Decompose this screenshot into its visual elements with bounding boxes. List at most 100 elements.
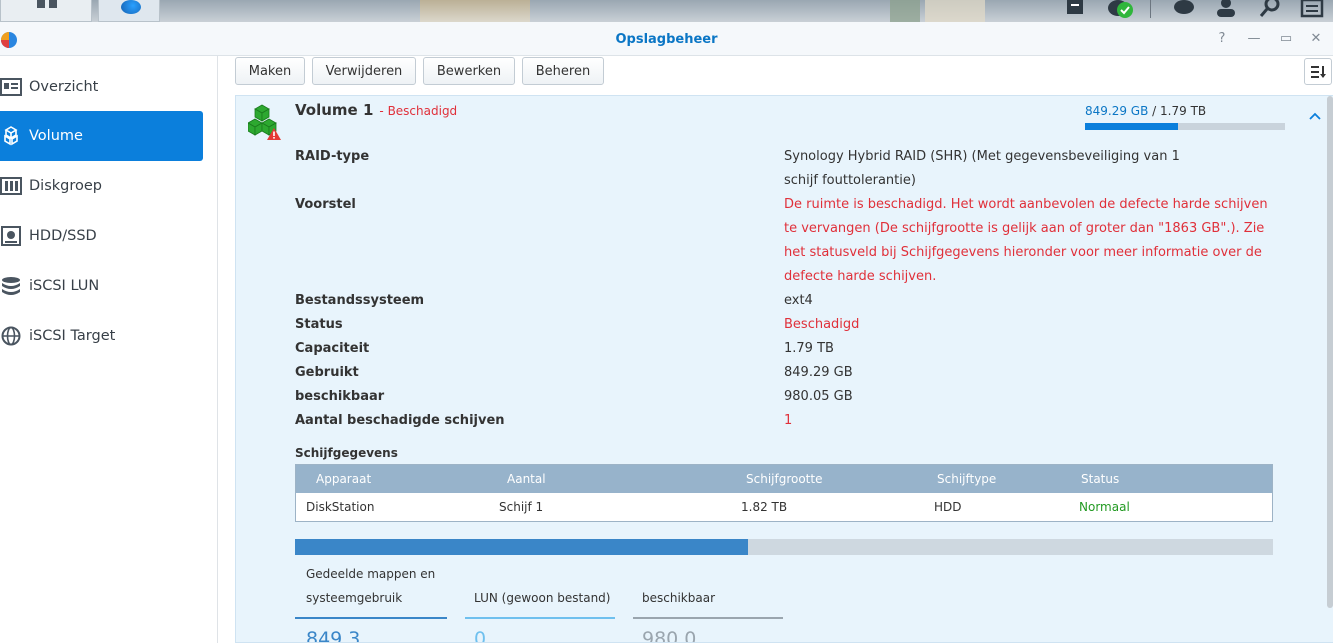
status-value: Beschadigd: [784, 317, 860, 332]
used-label: Gebruikt: [295, 365, 359, 380]
available-label: beschikbaar: [295, 389, 385, 404]
sidebar-item-overview[interactable]: Overzicht: [0, 62, 203, 112]
volume-name: Volume 1: [295, 101, 374, 119]
cloud-status-icon[interactable]: [1106, 0, 1136, 18]
taskbar-separator: [1150, 0, 1151, 18]
wallpaper-decoration: [420, 0, 530, 22]
suggestion-value: De ruimte is beschadigd. Het wordt aanbe…: [784, 197, 1268, 284]
cell-count: Schijf 1: [499, 500, 544, 514]
legend-value-available: 980.0: [642, 628, 697, 643]
edit-button[interactable]: Bewerken: [423, 57, 515, 85]
legend-label-line: systeemgebruik: [306, 591, 403, 605]
cell-disk-size: 1.82 TB: [741, 500, 788, 514]
filesystem-value: ext4: [784, 293, 813, 308]
create-button[interactable]: Maken: [235, 57, 305, 85]
sidebar-item-label: iSCSI Target: [29, 328, 116, 344]
wallpaper-decoration: [890, 0, 920, 22]
help-button[interactable]: ?: [1214, 31, 1230, 46]
sort-icon: [1311, 65, 1326, 78]
legend-lun-label: LUN (gewoon bestand): [474, 591, 611, 605]
column-header-disk-type[interactable]: Schijftype: [937, 472, 996, 486]
sidebar: Overzicht Volume Diskgroep HDD/SSD iSCSI…: [0, 56, 218, 643]
main-menu-button[interactable]: [0, 0, 92, 22]
capacity-bar: [1085, 123, 1285, 130]
manage-button[interactable]: Beheren: [522, 57, 604, 85]
target-icon: [0, 325, 22, 347]
suggestion-label: Voorstel: [295, 197, 356, 212]
sort-button[interactable]: [1304, 58, 1332, 85]
table-row[interactable]: DiskStation Schijf 1 1.82 TB HDD Normaal: [296, 493, 1272, 521]
column-header-device[interactable]: Apparaat: [316, 472, 371, 486]
disk-info-title: Schijfgegevens: [295, 446, 398, 460]
sidebar-item-iscsi-lun[interactable]: iSCSI LUN: [0, 261, 203, 311]
hdd-icon: [0, 225, 22, 247]
volume-title: Volume 1- Beschadigd: [295, 101, 457, 119]
minimize-button[interactable]: —: [1246, 31, 1262, 46]
legend-label-line: Gedeelde mappen en: [306, 567, 436, 581]
chat-icon[interactable]: [1172, 0, 1196, 18]
column-header-count[interactable]: Aantal: [507, 472, 546, 486]
capacity-separator: /: [1152, 104, 1157, 118]
damaged-disks-value: 1: [784, 413, 793, 428]
scrollbar[interactable]: [1327, 96, 1333, 608]
available-value: 980.05 GB: [784, 389, 853, 404]
legend-available-label: beschikbaar: [642, 591, 715, 605]
storage-manager-icon: [121, 0, 141, 14]
cell-device: DiskStation: [306, 500, 375, 514]
collapse-chevron-up-icon[interactable]: [1308, 109, 1322, 123]
sidebar-item-hdd-ssd[interactable]: HDD/SSD: [0, 211, 203, 261]
raid-type-value: Synology Hybrid RAID (SHR) (Met gegevens…: [784, 149, 1180, 188]
column-header-disk-size[interactable]: Schijfgrootte: [746, 472, 822, 486]
column-header-status[interactable]: Status: [1081, 472, 1119, 486]
capacity-used: 849.29 GB: [1085, 104, 1149, 118]
disk-info-table: Apparaat Aantal Schijfgrootte Schijftype…: [295, 464, 1273, 522]
sidebar-item-label: Overzicht: [29, 79, 99, 95]
legend-line-lun: [465, 617, 615, 619]
volume-title-separator: -: [379, 104, 384, 118]
sidebar-item-label: Volume: [29, 128, 83, 144]
grid-icon: [37, 0, 45, 8]
used-value: 849.29 GB: [784, 365, 853, 380]
capacity-label: Capaciteit: [295, 341, 370, 356]
sidebar-item-label: Diskgroep: [29, 178, 102, 194]
taskbar-app-storage-manager[interactable]: [98, 0, 160, 22]
lun-icon: [0, 275, 22, 297]
capacity-bar-fill: [1085, 123, 1178, 130]
widgets-icon[interactable]: [1300, 0, 1324, 18]
remove-button[interactable]: Verwijderen: [312, 57, 416, 85]
sidebar-item-diskgroup[interactable]: Diskgroep: [0, 161, 203, 211]
legend-line-available: [633, 617, 783, 619]
window-titlebar: Opslagbeheer ? — ▭ ✕: [0, 22, 1333, 56]
usage-bar-fill: [295, 539, 748, 555]
volume-panel: Volume 1- Beschadigd 849.29 GB / 1.79 TB…: [235, 95, 1333, 643]
sidebar-item-label: HDD/SSD: [29, 228, 97, 244]
maximize-button[interactable]: ▭: [1278, 31, 1294, 46]
grid-icon: [49, 0, 57, 8]
usage-bar: [295, 539, 1273, 555]
volume-icon: [0, 125, 22, 147]
sidebar-item-label: iSCSI LUN: [29, 278, 100, 294]
wallpaper-decoration: [925, 0, 985, 22]
legend-line-shared-folders: [295, 617, 447, 619]
filesystem-label: Bestandssysteem: [295, 293, 425, 308]
window-title: Opslagbeheer: [615, 32, 718, 47]
toolbar: Maken Verwijderen Bewerken Beheren: [219, 56, 1333, 92]
resource-monitor-icon[interactable]: [1063, 0, 1087, 18]
search-icon[interactable]: [1258, 0, 1282, 18]
legend-value-lun: 0: [474, 628, 487, 643]
damaged-disks-label: Aantal beschadigde schijven: [295, 413, 505, 428]
legend-shared-folders-label: Gedeelde mappen en systeemgebruik: [306, 562, 435, 610]
taskbar: [0, 0, 1333, 22]
cell-disk-type: HDD: [934, 500, 962, 514]
sidebar-item-iscsi-target[interactable]: iSCSI Target: [0, 311, 203, 361]
user-icon[interactable]: [1214, 0, 1238, 18]
status-label: Status: [295, 317, 343, 332]
raid-type-label: RAID-type: [295, 149, 370, 164]
close-button[interactable]: ✕: [1308, 31, 1324, 46]
overview-icon: [0, 76, 22, 98]
volume-state-label: Beschadigd: [387, 104, 458, 118]
diskgroup-icon: [0, 175, 22, 197]
sidebar-item-volume[interactable]: Volume: [0, 111, 203, 161]
capacity-total: 1.79 TB: [1160, 104, 1207, 118]
capacity-summary: 849.29 GB / 1.79 TB: [1085, 104, 1206, 118]
